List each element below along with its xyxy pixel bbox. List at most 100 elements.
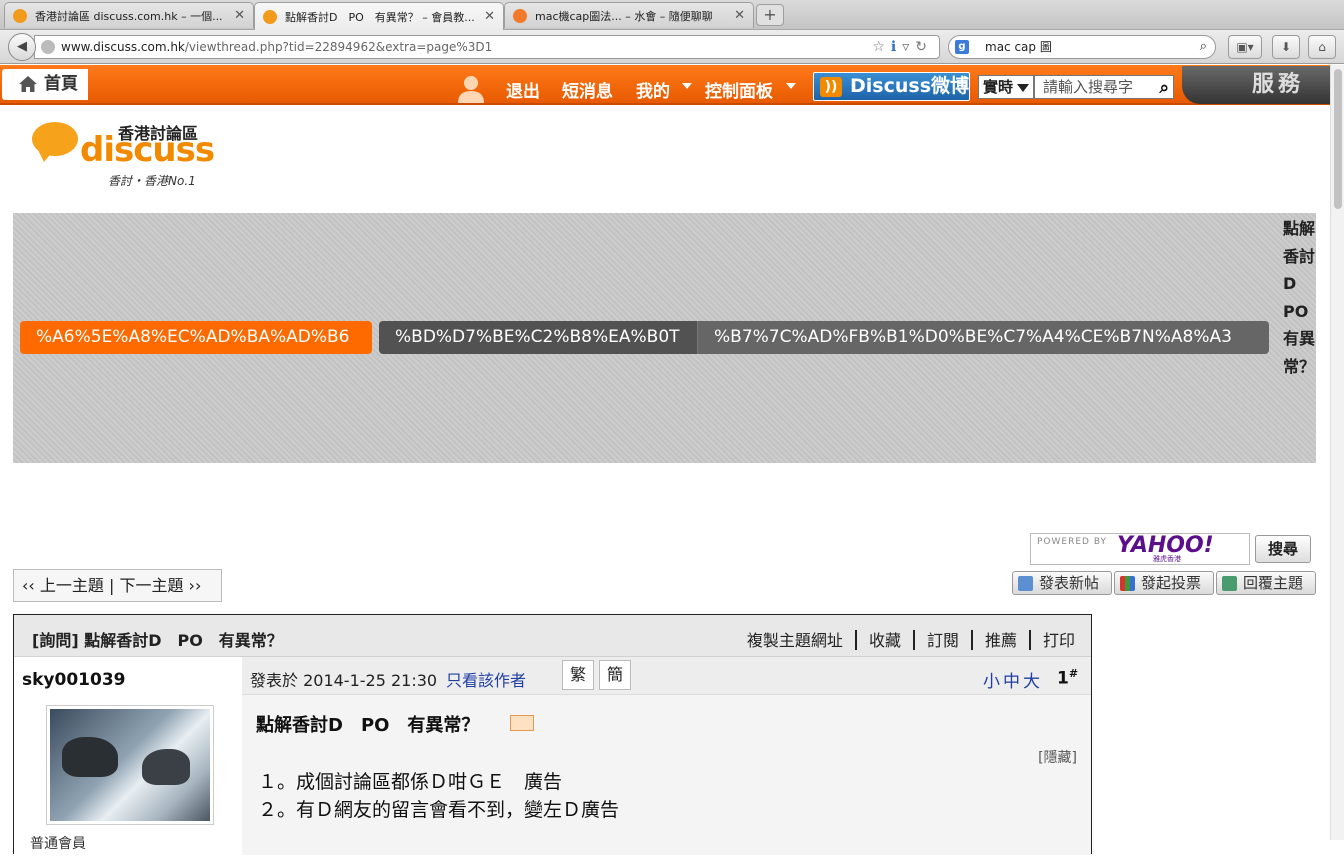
realtime-select-value: 實時 bbox=[983, 78, 1014, 96]
yahoo-hk-label: 雅虎香港 bbox=[1153, 555, 1181, 563]
bookmarks-menu-button[interactable]: ▣▾ bbox=[1228, 35, 1262, 59]
post-line: ２。有Ｄ網友的留言會看不到，變左Ｄ廣告 bbox=[258, 799, 620, 821]
floor-mark: # bbox=[1068, 667, 1079, 680]
reload-icon[interactable]: ↻ bbox=[915, 39, 933, 55]
home-link[interactable]: 首頁 bbox=[2, 69, 88, 100]
copy-url-link[interactable]: 複製主題網址 bbox=[747, 631, 843, 650]
bookmarks-icon: ▣▾ bbox=[1236, 40, 1254, 54]
bull-figure bbox=[62, 737, 118, 777]
font-size-links[interactable]: 小中大 bbox=[983, 667, 1043, 692]
divider bbox=[854, 630, 857, 650]
control-panel-menu[interactable]: 控制面板 bbox=[705, 77, 773, 102]
search-icon[interactable]: ⌕ bbox=[1200, 36, 1207, 58]
reply-label: 回覆主題 bbox=[1243, 574, 1304, 592]
site-search-input[interactable]: 請輸入搜尋字 ⌕ bbox=[1034, 75, 1174, 99]
avatar-image bbox=[50, 709, 210, 821]
print-link[interactable]: 打印 bbox=[1043, 631, 1075, 650]
download-icon: ⬇ bbox=[1280, 40, 1292, 54]
divider bbox=[1028, 630, 1031, 650]
page-scrollbar[interactable] bbox=[1330, 65, 1344, 840]
downloads-button[interactable]: ⬇ bbox=[1272, 35, 1300, 59]
close-tab-icon[interactable]: ✕ bbox=[734, 8, 745, 23]
traditional-button[interactable]: 繁 bbox=[562, 660, 594, 690]
favorite-link[interactable]: 收藏 bbox=[869, 631, 901, 650]
envelope-icon[interactable] bbox=[510, 715, 534, 731]
recommend-link[interactable]: 推薦 bbox=[985, 631, 1017, 650]
browser-tab-3[interactable]: mac機cap圖法... – 水會 – 隨便聊聊 ✕ bbox=[504, 2, 754, 28]
close-tab-icon[interactable]: ✕ bbox=[484, 9, 495, 24]
browser-tab-1[interactable]: 香港討論區 discuss.com.hk – 一個... ✕ bbox=[4, 2, 254, 28]
realtime-select[interactable]: 實時 bbox=[978, 75, 1034, 99]
hide-link[interactable]: [隱藏] bbox=[1038, 747, 1077, 767]
author-column: sky001039 普通會員 bbox=[14, 657, 242, 857]
thread-header: [詢問] 點解香討D PO 有異常？ 複製主題網址 收藏 訂閱 推薦 打印 bbox=[14, 615, 1091, 657]
url-host: www.discuss.com.hk bbox=[61, 40, 185, 54]
service-tab[interactable]: 服務 bbox=[1182, 66, 1330, 104]
user-avatar-icon[interactable] bbox=[456, 73, 486, 103]
new-poll-button[interactable]: 發起投票 bbox=[1114, 571, 1214, 595]
google-icon: g bbox=[955, 40, 969, 54]
browser-search-input[interactable]: g mac cap 圖 ⌕ bbox=[948, 35, 1216, 59]
thread-title: [詢問] 點解香討D PO 有異常？ bbox=[32, 631, 283, 650]
url-path: /viewthread.php?tid=22894962&extra=page%… bbox=[184, 40, 493, 54]
post-date: 發表於 2014-1-25 21:30 bbox=[250, 671, 438, 690]
info-icon[interactable]: ℹ bbox=[891, 39, 902, 55]
mine-menu[interactable]: 我的 bbox=[636, 77, 670, 102]
divider bbox=[970, 630, 973, 650]
browser-nav-toolbar: www.discuss.com.hk/viewthread.php?tid=22… bbox=[0, 30, 1344, 64]
breadcrumb-item[interactable]: %BD%D7%BE%C2%B8%EA%B0T bbox=[379, 321, 697, 354]
home-label: 首頁 bbox=[44, 74, 78, 94]
tab-title: 點解香討D PO 有異常？ – 會員教... bbox=[285, 10, 475, 24]
prev-thread-link[interactable]: ‹‹ 上一主題 bbox=[22, 576, 104, 595]
forum-favicon-icon bbox=[513, 8, 527, 23]
subscribe-link[interactable]: 訂閱 bbox=[927, 631, 959, 650]
back-button[interactable]: ◀ bbox=[8, 33, 36, 61]
site-search-placeholder: 請輸入搜尋字 bbox=[1043, 78, 1134, 96]
only-author-link[interactable]: 只看該作者 bbox=[446, 667, 526, 691]
discuss-favicon-icon bbox=[263, 9, 277, 24]
chevron-down-icon[interactable] bbox=[682, 83, 692, 89]
reply-button[interactable]: 回覆主題 bbox=[1216, 571, 1316, 595]
avatar[interactable] bbox=[46, 705, 214, 825]
floor-number: 1# bbox=[1057, 667, 1078, 689]
url-actions: ☆ℹ▿↻ bbox=[872, 36, 933, 58]
simplified-button[interactable]: 簡 bbox=[599, 660, 631, 690]
home-button[interactable]: ⌂ bbox=[1308, 35, 1336, 59]
post-body: 點解香討D PO 有異常？ [隱藏] １。成個討論區都係Ｄ咁ＧＥ 廣告 ２。有Ｄ… bbox=[242, 695, 1091, 855]
weibo-label: Discuss微博 bbox=[850, 75, 970, 97]
breadcrumb: %A6%5E%A8%EC%AD%BA%AD%B6 %BD%D7%BE%C2%B8… bbox=[13, 213, 1324, 463]
search-icon[interactable]: ⌕ bbox=[1159, 77, 1169, 99]
dropdown-icon[interactable]: ▿ bbox=[902, 39, 915, 55]
new-post-label: 發表新帖 bbox=[1039, 574, 1100, 592]
tab-title: 香港討論區 discuss.com.hk – 一個... bbox=[35, 9, 223, 23]
bookmark-star-icon[interactable]: ☆ bbox=[872, 39, 891, 55]
breadcrumb-item[interactable]: %B7%7C%AD%FB%B1%D0%BE%C7%A4%CE%B7N%A8%A3 bbox=[697, 321, 1269, 354]
browser-tab-strip: 香港討論區 discuss.com.hk – 一個... ✕ 點解香討D PO … bbox=[0, 0, 1344, 30]
new-poll-label: 發起投票 bbox=[1141, 574, 1202, 592]
yahoo-search-button[interactable]: 搜尋 bbox=[1255, 535, 1311, 563]
yahoo-search-field[interactable]: POWERED BY YAHOO! 雅虎香港 bbox=[1030, 533, 1250, 565]
breadcrumb-item[interactable]: %A6%5E%A8%EC%AD%BA%AD%B6 bbox=[20, 321, 372, 354]
discuss-weibo-link[interactable]: )) Discuss微博 bbox=[813, 72, 970, 101]
poll-chart-icon bbox=[1120, 576, 1135, 591]
site-logo[interactable]: 香港討論區 discuss 香討・香港No.1 bbox=[28, 116, 218, 196]
logout-link[interactable]: 退出 bbox=[506, 77, 540, 102]
service-label: 服務 bbox=[1251, 72, 1304, 97]
browser-tab-2[interactable]: 點解香討D PO 有異常？ – 會員教... ✕ bbox=[254, 2, 504, 30]
messages-link[interactable]: 短消息 bbox=[562, 77, 613, 102]
chevron-down-icon[interactable] bbox=[786, 83, 796, 89]
thread-actions: 複製主題網址 收藏 訂閱 推薦 打印 bbox=[747, 627, 1075, 651]
close-tab-icon[interactable]: ✕ bbox=[234, 8, 245, 23]
address-bar[interactable]: www.discuss.com.hk/viewthread.php?tid=22… bbox=[34, 35, 940, 59]
thread-box: [詢問] 點解香討D PO 有異常？ 複製主題網址 收藏 訂閱 推薦 打印 sky001… bbox=[13, 614, 1092, 857]
back-arrow-icon: ◀ bbox=[17, 39, 27, 54]
scrollbar-thumb[interactable] bbox=[1334, 69, 1342, 209]
thread-prev-next: ‹‹ 上一主題 | 下一主題 ›› bbox=[13, 569, 222, 602]
new-tab-button[interactable]: + bbox=[756, 4, 784, 26]
author-name[interactable]: sky001039 bbox=[22, 670, 125, 690]
new-post-button[interactable]: 發表新帖 bbox=[1012, 571, 1112, 595]
logo-en: discuss bbox=[80, 130, 215, 170]
next-thread-link[interactable]: 下一主題 ›› bbox=[119, 576, 201, 595]
home-icon: ⌂ bbox=[1318, 40, 1326, 54]
floor-value: 1 bbox=[1057, 668, 1069, 689]
